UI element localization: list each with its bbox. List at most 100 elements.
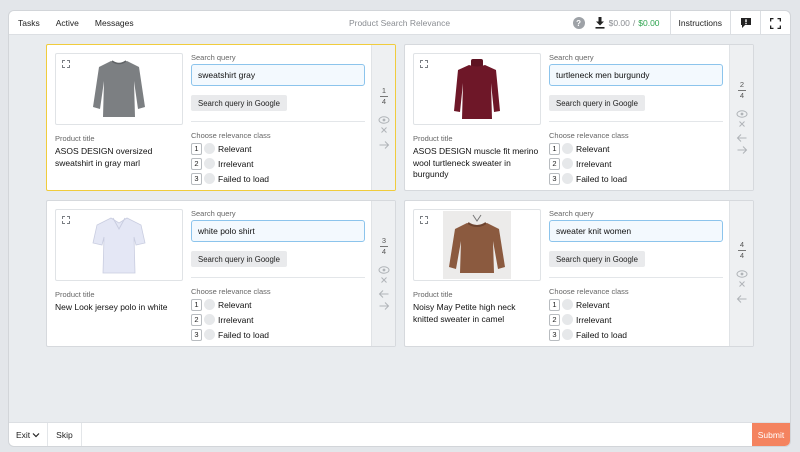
- nav-active[interactable]: Active: [48, 18, 87, 28]
- search-query-label: Search query: [191, 209, 236, 218]
- relevance-class-label: Choose relevance class: [191, 287, 271, 296]
- exit-label: Exit: [16, 429, 31, 440]
- product-title-label: Product title: [413, 134, 453, 143]
- radio-button[interactable]: [204, 314, 215, 325]
- eye-icon[interactable]: [736, 269, 748, 279]
- radio-button[interactable]: [204, 158, 215, 169]
- radio-button[interactable]: [562, 158, 573, 169]
- submit-button[interactable]: Submit: [752, 423, 790, 446]
- eye-icon[interactable]: [378, 265, 390, 275]
- search-google-button[interactable]: Search query in Google: [549, 251, 645, 267]
- arrow-right-icon[interactable]: [378, 301, 390, 311]
- option-failed-to-load[interactable]: 3 Failed to load: [549, 328, 627, 341]
- product-title: ASOS DESIGN oversized sweatshirt in gray…: [55, 146, 153, 168]
- option-relevant[interactable]: 1 Relevant: [191, 298, 252, 311]
- radio-button[interactable]: [562, 143, 573, 154]
- task-total: 4: [381, 97, 387, 106]
- option-relevant[interactable]: 1 Relevant: [549, 298, 610, 311]
- task-index: 4: [739, 240, 745, 249]
- balance-right: $0.00: [638, 18, 660, 28]
- relevance-class-label: Choose relevance class: [191, 131, 271, 140]
- expand-icon[interactable]: [62, 60, 70, 68]
- divider: [191, 277, 365, 278]
- exit-button[interactable]: Exit: [9, 422, 49, 446]
- nav-tasks[interactable]: Tasks: [9, 18, 48, 28]
- option-failed-to-load[interactable]: 3 Failed to load: [191, 172, 269, 185]
- option-irrelevant[interactable]: 2 Irrelevant: [191, 157, 253, 170]
- relevance-class-label: Choose relevance class: [549, 287, 629, 296]
- expand-icon[interactable]: [420, 60, 428, 68]
- search-query-field: sweater knit women: [549, 220, 723, 242]
- close-icon[interactable]: [736, 279, 748, 289]
- close-icon[interactable]: [378, 275, 390, 285]
- option-key: 2: [549, 313, 560, 326]
- message-button[interactable]: [730, 11, 760, 35]
- product-title: ASOS DESIGN muscle fit merino wool turtl…: [413, 146, 539, 179]
- option-label: Irrelevant: [576, 158, 612, 169]
- arrow-right-icon[interactable]: [736, 145, 748, 155]
- eye-icon[interactable]: [378, 115, 390, 125]
- radio-button[interactable]: [562, 299, 573, 310]
- arrow-left-icon[interactable]: [378, 289, 390, 299]
- task-index: 1: [381, 86, 387, 95]
- instructions-button[interactable]: Instructions: [669, 11, 730, 35]
- radio-button[interactable]: [562, 329, 573, 340]
- arrow-left-icon[interactable]: [736, 133, 748, 143]
- search-query-label: Search query: [549, 209, 594, 218]
- card-sidebar: 14: [371, 45, 395, 190]
- option-label: Relevant: [218, 299, 252, 310]
- product-title-label: Product title: [55, 290, 95, 299]
- expand-icon[interactable]: [420, 216, 428, 224]
- arrow-right-icon[interactable]: [378, 140, 390, 150]
- nav-messages[interactable]: Messages: [87, 18, 142, 28]
- expand-icon[interactable]: [62, 216, 70, 224]
- gray-sweatshirt-image: [93, 60, 145, 117]
- card-sidebar: 24: [729, 45, 753, 190]
- radio-button[interactable]: [204, 143, 215, 154]
- search-google-button[interactable]: Search query in Google: [191, 95, 287, 111]
- wallet: $0.00 / $0.00: [595, 11, 670, 35]
- burgundy-turtleneck-image: [454, 59, 500, 119]
- search-google-button[interactable]: Search query in Google: [549, 95, 645, 111]
- option-key: 3: [549, 328, 560, 341]
- product-title-label: Product title: [413, 290, 453, 299]
- divider: [191, 121, 365, 122]
- option-irrelevant[interactable]: 2 Irrelevant: [191, 313, 253, 326]
- balance-left: $0.00: [608, 18, 630, 28]
- skip-button[interactable]: Skip: [48, 422, 82, 446]
- option-relevant[interactable]: 1 Relevant: [549, 142, 610, 155]
- help-icon[interactable]: ?: [572, 17, 585, 29]
- chevron-down-icon: [32, 432, 40, 437]
- task-index: 2: [739, 80, 745, 89]
- option-label: Relevant: [576, 299, 610, 310]
- balance-separator: /: [632, 18, 636, 28]
- option-key: 3: [191, 172, 202, 185]
- option-failed-to-load[interactable]: 3 Failed to load: [191, 328, 269, 341]
- divider: [549, 277, 723, 278]
- radio-button[interactable]: [562, 314, 573, 325]
- task-counter: 34: [372, 236, 395, 256]
- search-google-button[interactable]: Search query in Google: [191, 251, 287, 267]
- arrow-left-icon[interactable]: [736, 294, 748, 304]
- option-irrelevant[interactable]: 2 Irrelevant: [549, 157, 611, 170]
- close-icon[interactable]: [378, 125, 390, 135]
- eye-icon[interactable]: [736, 109, 748, 119]
- task-counter: 24: [730, 80, 753, 100]
- relevance-class-label: Choose relevance class: [549, 131, 629, 140]
- close-icon[interactable]: [736, 119, 748, 129]
- option-relevant[interactable]: 1 Relevant: [191, 142, 252, 155]
- divider: [549, 121, 723, 122]
- fullscreen-button[interactable]: [760, 11, 790, 35]
- option-failed-to-load[interactable]: 3 Failed to load: [549, 172, 627, 185]
- radio-button[interactable]: [204, 173, 215, 184]
- radio-button[interactable]: [204, 299, 215, 310]
- radio-button[interactable]: [204, 329, 215, 340]
- card-sidebar: 44: [729, 201, 753, 346]
- fullscreen-icon: [770, 17, 781, 29]
- task-index: 3: [381, 236, 387, 245]
- radio-button[interactable]: [562, 173, 573, 184]
- option-key: 1: [549, 298, 560, 311]
- task-counter: 14: [372, 86, 395, 106]
- option-label: Failed to load: [576, 329, 628, 340]
- option-irrelevant[interactable]: 2 Irrelevant: [549, 313, 611, 326]
